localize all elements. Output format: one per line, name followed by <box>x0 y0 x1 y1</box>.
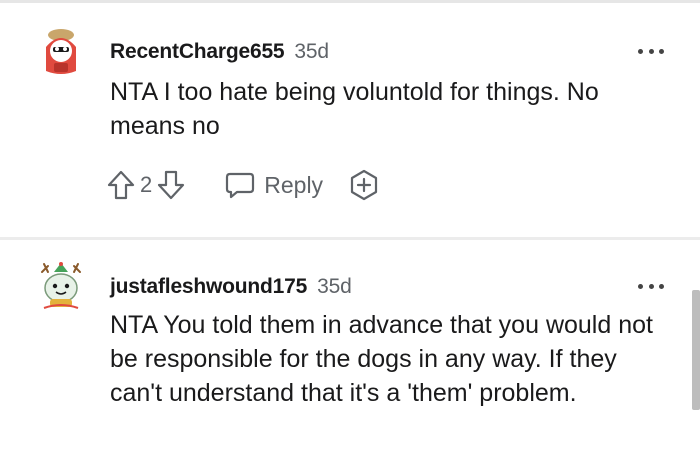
comment-actions: 2 Reply <box>106 165 381 205</box>
downvote-button[interactable] <box>156 169 186 201</box>
vote-count: 2 <box>140 172 153 197</box>
award-button[interactable] <box>347 168 381 202</box>
scrollbar[interactable] <box>692 290 700 410</box>
upvote-icon <box>107 170 135 200</box>
comment-body: NTA I too hate being voluntold for thing… <box>110 78 599 140</box>
user-avatar[interactable] <box>36 27 86 77</box>
comment-author[interactable]: RecentCharge655 35d <box>110 40 329 64</box>
author-name[interactable]: justafleshwound175 <box>110 275 307 298</box>
more-options-icon[interactable] <box>638 282 664 290</box>
comment-1: RecentCharge655 35d NTA I too hate being … <box>0 3 700 237</box>
more-options-icon[interactable] <box>638 47 664 55</box>
comment-age: 35d <box>294 40 329 63</box>
user-avatar[interactable] <box>36 262 86 312</box>
comment-age: 35d <box>317 275 352 298</box>
reply-button[interactable]: Reply <box>224 170 323 200</box>
reply-icon <box>226 172 255 199</box>
reply-label: Reply <box>264 171 324 198</box>
comment-author[interactable]: justafleshwound175 35d <box>110 275 352 299</box>
upvote-button[interactable] <box>106 169 136 201</box>
award-icon <box>350 169 378 201</box>
downvote-icon <box>158 170 185 200</box>
comment-2: justafleshwound175 35d NTA You told them … <box>0 240 700 453</box>
author-name[interactable]: RecentCharge655 <box>110 40 285 63</box>
comment-body: NTA You told them in advance that you wo… <box>110 311 653 407</box>
